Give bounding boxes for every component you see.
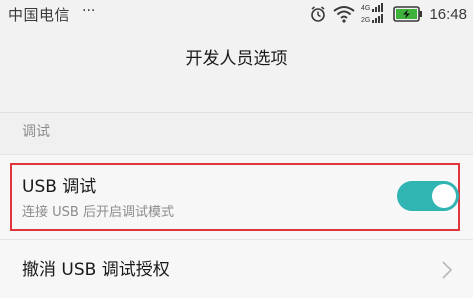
network-type-top: 4G	[361, 5, 370, 12]
status-bar: 中国电信 ··· 4G 2G 16:48	[0, 0, 473, 30]
status-icons: 4G 2G 16:48	[309, 3, 467, 25]
settings-list: USB 调试 连接 USB 后开启调试模式 撤消 USB 调试授权	[0, 154, 473, 298]
section-header-debugging: 调试	[0, 112, 473, 154]
revoke-usb-authorization-row[interactable]: 撤消 USB 调试授权	[0, 240, 473, 298]
section-header-label: 调试	[22, 124, 50, 140]
alarm-icon	[309, 5, 327, 23]
battery-charging-icon	[393, 6, 423, 22]
revoke-usb-authorization-label: 撤消 USB 调试授权	[22, 260, 170, 280]
network-type-bottom: 2G	[361, 17, 370, 24]
usb-debugging-subtitle: 连接 USB 后开启调试模式	[22, 205, 174, 220]
page-title: 开发人员选项	[185, 49, 288, 69]
carrier-name: 中国电信	[8, 6, 71, 24]
usb-debugging-row[interactable]: USB 调试 连接 USB 后开启调试模式	[0, 163, 473, 233]
more-notifications-icon: ···	[82, 3, 96, 19]
usb-debugging-title: USB 调试	[22, 177, 97, 197]
wifi-icon	[333, 5, 356, 23]
clock: 16:48	[429, 5, 467, 23]
signal-icon: 4G 2G	[361, 3, 387, 25]
toggle-knob	[432, 184, 456, 208]
chevron-right-icon	[441, 260, 453, 284]
usb-debugging-toggle[interactable]	[397, 181, 459, 211]
